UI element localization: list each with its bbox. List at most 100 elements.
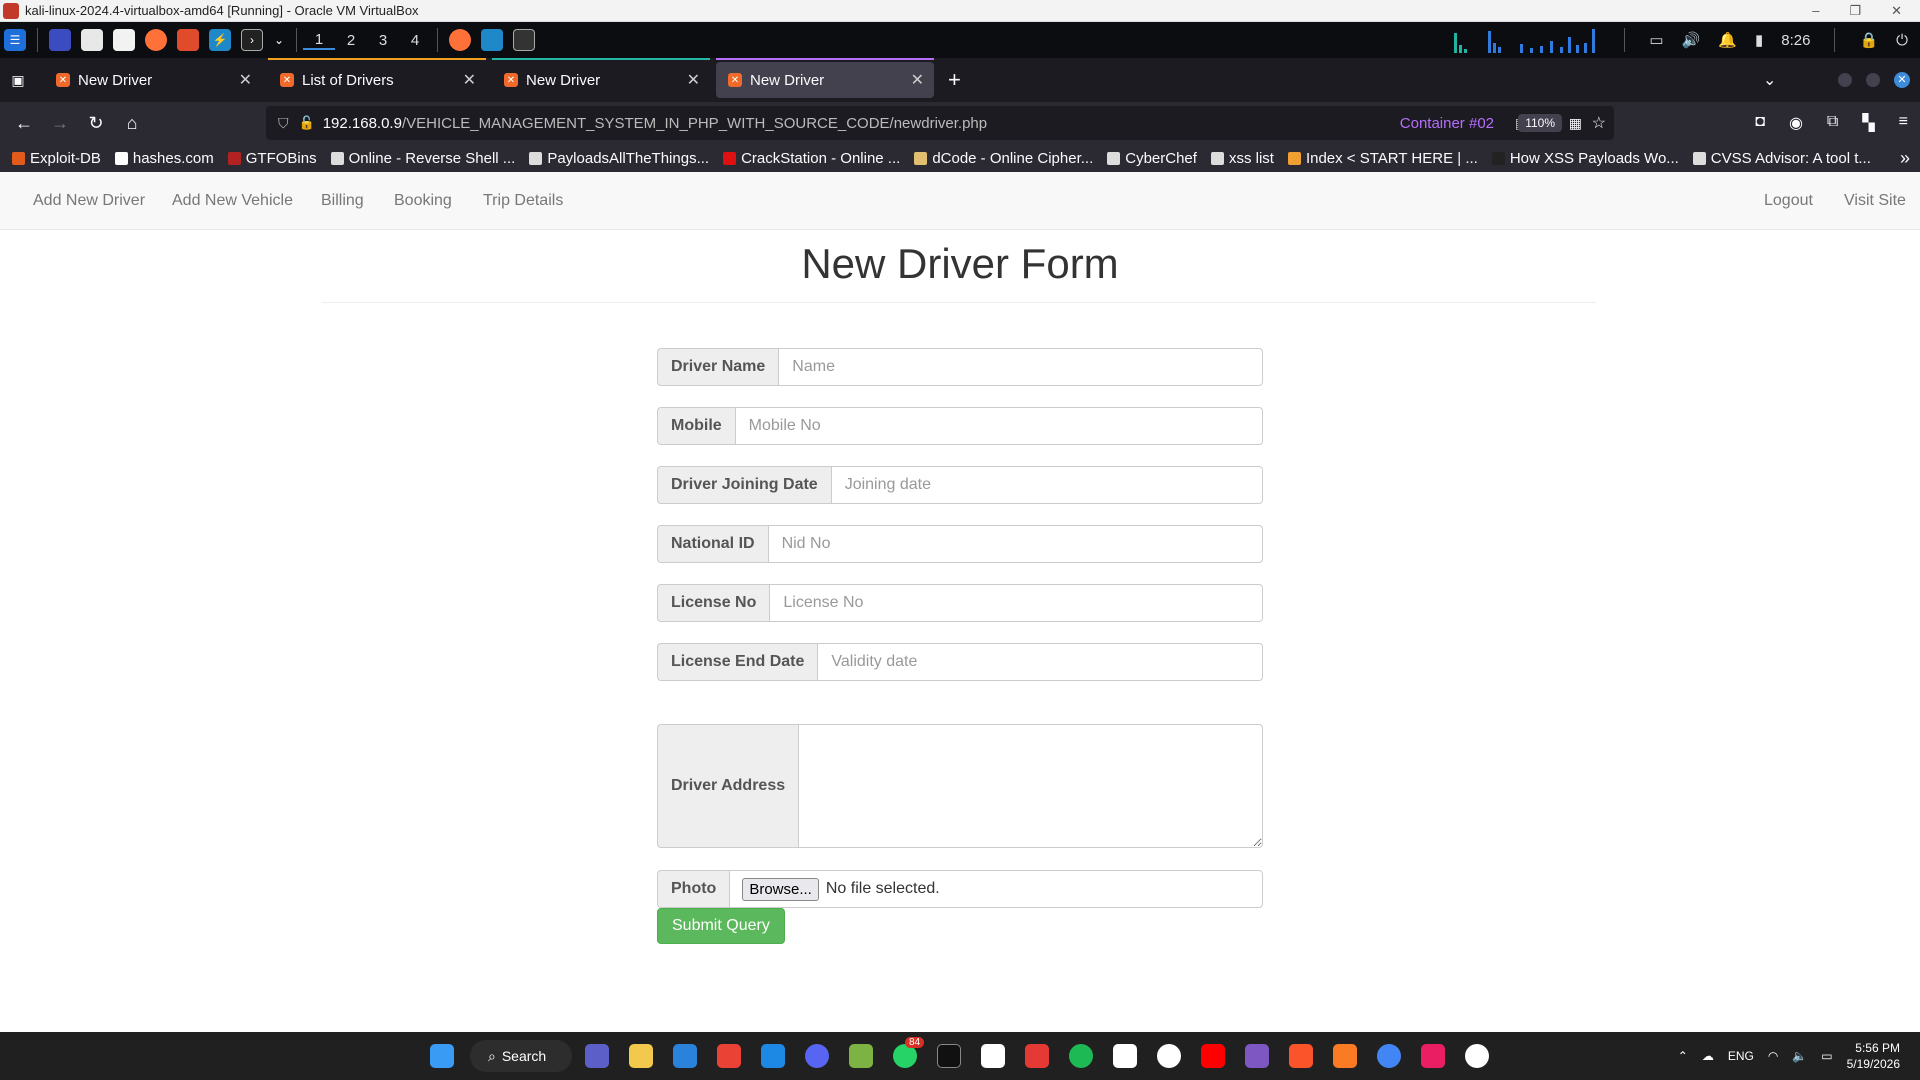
tab-list-of-drivers[interactable]: ✕ List of Drivers ✕ bbox=[268, 58, 486, 98]
show-desktop-icon[interactable] bbox=[49, 29, 71, 51]
terminal-icon[interactable]: › bbox=[241, 29, 263, 51]
container-label[interactable]: Container #02 bbox=[1400, 115, 1494, 132]
bookmark-reverse-shell[interactable]: Online - Reverse Shell ... bbox=[330, 150, 515, 167]
reload-icon[interactable]: ↻ bbox=[78, 113, 114, 134]
bookmark-crackstation[interactable]: CrackStation - Online ... bbox=[723, 150, 900, 167]
bookmark-xss-list[interactable]: xss list bbox=[1210, 150, 1274, 167]
spotify-icon[interactable] bbox=[1069, 1044, 1093, 1068]
firefox-window-icon[interactable] bbox=[449, 29, 471, 51]
back-icon[interactable]: ← bbox=[6, 113, 42, 134]
terminal-app-icon[interactable] bbox=[937, 1044, 961, 1068]
browse-button[interactable]: Browse... bbox=[742, 877, 819, 901]
close-tab-icon[interactable]: ✕ bbox=[911, 70, 924, 90]
close-tab-icon[interactable]: ✕ bbox=[239, 70, 252, 90]
burpsuite-window-icon[interactable] bbox=[481, 29, 503, 51]
window-close-icon[interactable]: ✕ bbox=[1894, 72, 1910, 88]
workspace-4[interactable]: 4 bbox=[399, 32, 431, 49]
brave-taskbar-icon[interactable] bbox=[1289, 1044, 1313, 1068]
gmail-icon[interactable] bbox=[717, 1044, 741, 1068]
bookmark-cvss-advisor[interactable]: CVSS Advisor: A tool t... bbox=[1692, 150, 1871, 167]
apps-grid-icon[interactable]: ▚ bbox=[1862, 113, 1874, 133]
pocket-icon[interactable]: ◘ bbox=[1755, 113, 1765, 133]
firefox-icon[interactable] bbox=[145, 29, 167, 51]
bookmark-star-icon[interactable]: ☆ bbox=[1592, 113, 1606, 133]
tab-list-icon[interactable]: ▣ bbox=[0, 72, 36, 89]
obsidian-icon[interactable] bbox=[1245, 1044, 1269, 1068]
notification-bell-icon[interactable]: 🔔 bbox=[1718, 31, 1737, 49]
workspace-1[interactable]: 1 bbox=[303, 31, 335, 50]
notion-icon[interactable] bbox=[981, 1044, 1005, 1068]
bookmark-dcode[interactable]: dCode - Online Cipher... bbox=[914, 150, 1093, 167]
insecure-lock-icon[interactable]: 🔓 bbox=[299, 115, 315, 131]
power-icon[interactable]: ⏻ bbox=[1896, 32, 1908, 49]
bookmark-index-start-here[interactable]: Index < START HERE | ... bbox=[1287, 150, 1478, 167]
nav-booking[interactable]: Booking bbox=[394, 192, 452, 210]
text-editor-icon[interactable] bbox=[113, 29, 135, 51]
submit-query-button[interactable]: Submit Query bbox=[657, 908, 785, 944]
panel-clock[interactable]: 8:26 bbox=[1781, 32, 1810, 49]
youtube-icon[interactable] bbox=[1201, 1044, 1225, 1068]
font-app-icon[interactable] bbox=[1113, 1044, 1137, 1068]
nav-trip-details[interactable]: Trip Details bbox=[483, 192, 563, 210]
nav-add-new-vehicle[interactable]: Add New Vehicle bbox=[172, 192, 293, 210]
license-no-input[interactable] bbox=[769, 584, 1263, 622]
chess-icon[interactable] bbox=[849, 1044, 873, 1068]
account-icon[interactable]: ◉ bbox=[1789, 113, 1803, 133]
file-manager-icon[interactable] bbox=[81, 29, 103, 51]
discord-icon[interactable] bbox=[805, 1044, 829, 1068]
bookmark-payloadsallthethings[interactable]: PayloadsAllTheThings... bbox=[529, 150, 709, 167]
screen-recorder-icon[interactable] bbox=[1421, 1044, 1445, 1068]
kali-menu-icon[interactable]: ☰ bbox=[4, 29, 26, 51]
chrome-icon[interactable] bbox=[1377, 1044, 1401, 1068]
tab-new-driver-2[interactable]: ✕ New Driver ✕ bbox=[492, 58, 710, 98]
zoom-level[interactable]: 110% bbox=[1518, 114, 1562, 132]
nav-add-new-driver[interactable]: Add New Driver bbox=[33, 192, 145, 210]
workspace-2[interactable]: 2 bbox=[335, 32, 367, 49]
extensions-icon[interactable]: ⧉ bbox=[1827, 113, 1838, 133]
taskbar-search[interactable]: ⌕ Search bbox=[470, 1040, 572, 1072]
nav-logout[interactable]: Logout bbox=[1764, 192, 1813, 210]
close-tab-icon[interactable]: ✕ bbox=[463, 70, 476, 90]
new-tab-button[interactable]: + bbox=[948, 67, 961, 93]
tab-new-driver-1[interactable]: ✕ New Driver ✕ bbox=[44, 62, 262, 98]
bookmark-cyberchef[interactable]: CyberChef bbox=[1107, 150, 1197, 167]
tray-chevron-up-icon[interactable]: ⌃ bbox=[1678, 1049, 1688, 1063]
bookmark-exploit-db[interactable]: Exploit-DB bbox=[12, 150, 101, 167]
license-end-date-input[interactable] bbox=[817, 643, 1263, 681]
file-explorer-icon[interactable] bbox=[629, 1044, 653, 1068]
national-id-input[interactable] bbox=[767, 525, 1263, 563]
terminal-window-icon[interactable] bbox=[513, 29, 535, 51]
forward-icon[interactable]: → bbox=[42, 113, 78, 134]
xampp-icon[interactable] bbox=[1333, 1044, 1357, 1068]
bookmark-hashes[interactable]: hashes.com bbox=[114, 150, 214, 167]
battery-icon[interactable]: ▮ bbox=[1755, 31, 1763, 49]
nav-billing[interactable]: Billing bbox=[321, 192, 364, 210]
wifi-icon[interactable]: ◠ bbox=[1768, 1049, 1778, 1063]
menu-icon[interactable]: ≡ bbox=[1899, 113, 1908, 133]
chevron-down-icon[interactable]: ⌄ bbox=[273, 29, 285, 51]
qr-code-icon[interactable]: ▦ bbox=[1569, 115, 1582, 132]
restore-button[interactable]: ❐ bbox=[1849, 3, 1861, 19]
huntress-icon[interactable] bbox=[1025, 1044, 1049, 1068]
speaker-icon[interactable]: 🔈 bbox=[1792, 1049, 1807, 1063]
driver-name-input[interactable] bbox=[778, 348, 1263, 386]
teams-icon[interactable] bbox=[585, 1044, 609, 1068]
driver-address-textarea[interactable] bbox=[798, 724, 1263, 848]
store-icon[interactable] bbox=[673, 1044, 697, 1068]
url-bar[interactable]: ⛉ 🔓 192.168.0.9/VEHICLE_MANAGEMENT_SYSTE… bbox=[266, 106, 1614, 140]
mobile-input[interactable] bbox=[734, 407, 1263, 445]
workspace-3[interactable]: 3 bbox=[367, 32, 399, 49]
vscode-icon[interactable] bbox=[761, 1044, 785, 1068]
window-minimize-icon[interactable] bbox=[1838, 73, 1852, 87]
brave-icon[interactable] bbox=[177, 29, 199, 51]
language-indicator[interactable]: ENG bbox=[1728, 1049, 1754, 1063]
close-window-button[interactable]: ✕ bbox=[1891, 3, 1902, 19]
nav-visit-site[interactable]: Visit Site bbox=[1844, 192, 1906, 210]
lock-icon[interactable]: 🔒 bbox=[1859, 31, 1878, 49]
tab-new-driver-active[interactable]: ✕ New Driver ✕ bbox=[716, 58, 934, 98]
bookmark-how-xss-payloads[interactable]: How XSS Payloads Wo... bbox=[1491, 150, 1679, 167]
github-desktop-icon[interactable] bbox=[1157, 1044, 1181, 1068]
volume-icon[interactable]: 🔊 bbox=[1682, 31, 1701, 49]
home-icon[interactable]: ⌂ bbox=[114, 113, 150, 134]
bookmarks-overflow-icon[interactable]: » bbox=[1900, 148, 1910, 169]
